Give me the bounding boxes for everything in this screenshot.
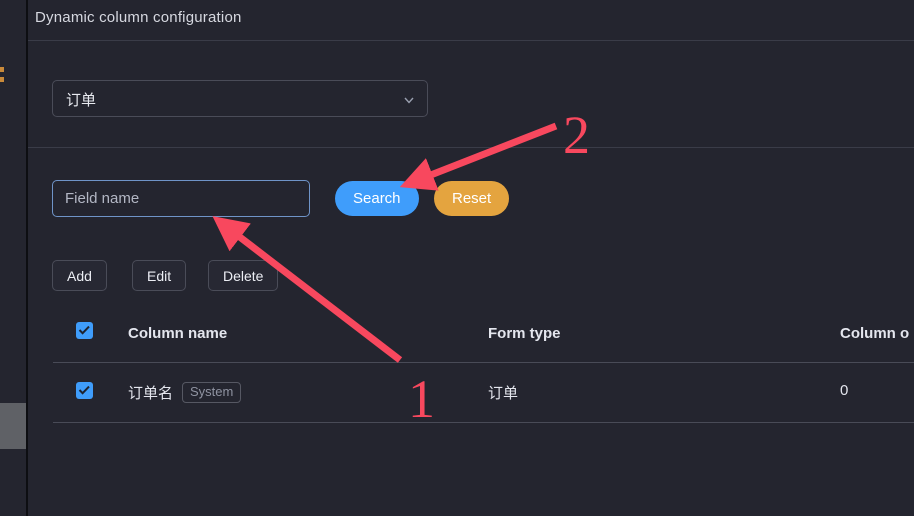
cell-column-name: 订单名 System: [128, 382, 242, 403]
edit-button[interactable]: Edit: [132, 260, 187, 291]
app-screen: Dynamic column configuration 订单 Search R…: [0, 0, 914, 516]
cell-form-type: 订单: [488, 385, 519, 402]
cell-column-order: 0: [840, 382, 849, 399]
search-button[interactable]: Search: [335, 181, 419, 216]
title-divider: [28, 40, 914, 41]
vertical-scrollbar-thumb[interactable]: [0, 403, 26, 449]
checkbox-checked-icon: [76, 322, 93, 339]
form-select[interactable]: 订单: [52, 80, 428, 117]
table-row: 订单名 System 订单 0: [52, 362, 914, 423]
add-button[interactable]: Add: [52, 260, 107, 291]
form-divider: [28, 147, 914, 148]
chevron-down-icon: [403, 94, 415, 106]
reset-button[interactable]: Reset: [434, 181, 510, 216]
config-panel: Dynamic column configuration 订单 Search R…: [28, 0, 914, 516]
columns-table: Column name Form type Column o 订单名 Syste…: [52, 306, 914, 423]
select-all-checkbox[interactable]: [76, 322, 93, 339]
system-tag: System: [182, 382, 242, 403]
header-column-name[interactable]: Column name: [128, 325, 227, 342]
rail-marker-icon: [0, 67, 5, 83]
field-name-input[interactable]: [52, 180, 310, 217]
row-bottom-divider: [53, 422, 914, 423]
left-rail: [0, 0, 26, 516]
page-title: Dynamic column configuration: [35, 9, 242, 26]
checkbox-checked-icon: [76, 382, 93, 399]
header-column-order[interactable]: Column o: [840, 325, 909, 342]
form-select-value: 订单: [66, 92, 97, 109]
cell-column-name-text: 订单名: [128, 385, 174, 402]
row-checkbox[interactable]: [76, 382, 93, 399]
row-top-divider: [53, 362, 914, 363]
delete-button[interactable]: Delete: [208, 260, 279, 291]
table-header-row: Column name Form type Column o: [52, 306, 914, 362]
header-form-type[interactable]: Form type: [488, 325, 561, 342]
